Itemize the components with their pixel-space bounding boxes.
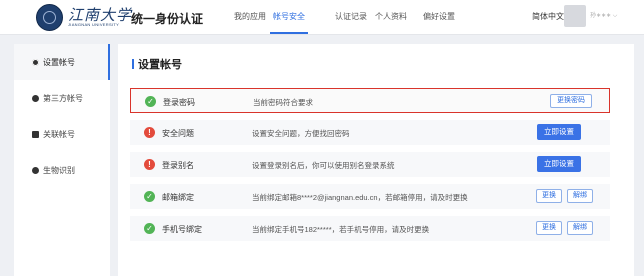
warning-circle-icon: ! (144, 159, 155, 170)
row-description: 设置安全问题，方便找回密码 (252, 129, 350, 138)
gear-icon (32, 58, 39, 66)
person-icon (32, 166, 39, 174)
row-description: 当前绑定邮箱8****2@jiangnan.edu.cn，若邮箱停用，请及时更换 (252, 193, 468, 202)
sidebar-active-indicator (108, 44, 110, 80)
sidebar-item-label: 关联帐号 (43, 129, 75, 139)
change-password-button[interactable]: 更换密码 (550, 94, 592, 108)
top-header: 江南大学 JIANGNAN UNIVERSITY 统一身份认证 我的应用 帐号安… (0, 0, 644, 35)
unbind-email-button[interactable]: 解绑 (567, 189, 593, 203)
row-phone-binding: ✓ 手机号绑定 当前绑定手机号182*****，若手机号停用，请及时更换 更换 … (130, 216, 610, 241)
nav-active-indicator (270, 32, 308, 34)
university-logo-subtext: JIANGNAN UNIVERSITY (68, 22, 120, 27)
row-label: 安全问题 (162, 129, 194, 138)
nav-auth-records[interactable]: 认证记录 (335, 11, 367, 22)
row-label: 邮箱绑定 (162, 193, 194, 202)
row-login-password: ✓ 登录密码 当前密码符合要求 更换密码 (130, 88, 610, 113)
sidebar-item-label: 设置帐号 (43, 57, 75, 67)
set-login-alias-button[interactable]: 立即设置 (537, 156, 581, 172)
app-title: 统一身份认证 (131, 12, 204, 26)
sidebar-item-label: 第三方帐号 (43, 93, 83, 103)
nav-my-apps[interactable]: 我的应用 (234, 11, 266, 22)
check-circle-icon: ✓ (144, 191, 155, 202)
check-circle-icon: ✓ (145, 96, 156, 107)
warning-circle-icon: ! (144, 127, 155, 138)
change-phone-button[interactable]: 更换 (536, 221, 562, 235)
sidebar-item-label: 生物识别 (43, 165, 75, 175)
sidebar-item-biometrics[interactable]: 生物识别 (14, 152, 110, 188)
main-panel: 设置帐号 ✓ 登录密码 当前密码符合要求 更换密码 ! 安全问题 设置安全问题，… (118, 44, 634, 276)
row-security-question: ! 安全问题 设置安全问题，方便找回密码 立即设置 (130, 120, 610, 145)
sidebar-item-linked-accounts[interactable]: 关联帐号 (14, 116, 110, 152)
nav-profile[interactable]: 个人资料 (375, 11, 407, 22)
nav-account-security[interactable]: 帐号安全 (273, 11, 305, 22)
page-title: 设置帐号 (138, 59, 182, 71)
row-description: 当前密码符合要求 (253, 98, 313, 107)
row-description: 当前绑定手机号182*****，若手机号停用，请及时更换 (252, 225, 430, 234)
row-login-alias: ! 登录别名 设置登录别名后，你可以使用别名登录系统 立即设置 (130, 152, 610, 177)
check-circle-icon: ✓ (144, 223, 155, 234)
avatar[interactable] (564, 5, 586, 27)
row-label: 登录别名 (162, 161, 194, 170)
row-email-binding: ✓ 邮箱绑定 当前绑定邮箱8****2@jiangnan.edu.cn，若邮箱停… (130, 184, 610, 209)
sidebar: 设置帐号 第三方帐号 关联帐号 生物识别 (14, 44, 110, 276)
row-description: 设置登录别名后，你可以使用别名登录系统 (252, 161, 395, 170)
section-title-marker (132, 59, 134, 69)
username-dropdown[interactable]: 孙∗∗∗ ⌵ (590, 10, 617, 20)
row-label: 手机号绑定 (162, 225, 202, 234)
sidebar-item-third-party[interactable]: 第三方帐号 (14, 80, 110, 116)
link-icon (32, 94, 39, 102)
row-label: 登录密码 (163, 98, 195, 107)
sidebar-item-account-settings[interactable]: 设置帐号 (14, 44, 110, 80)
set-security-question-button[interactable]: 立即设置 (537, 124, 581, 140)
unbind-phone-button[interactable]: 解绑 (567, 221, 593, 235)
nav-preferences[interactable]: 偏好设置 (423, 11, 455, 22)
account-icon (32, 130, 39, 138)
university-emblem-icon[interactable] (36, 4, 63, 31)
change-email-button[interactable]: 更换 (536, 189, 562, 203)
